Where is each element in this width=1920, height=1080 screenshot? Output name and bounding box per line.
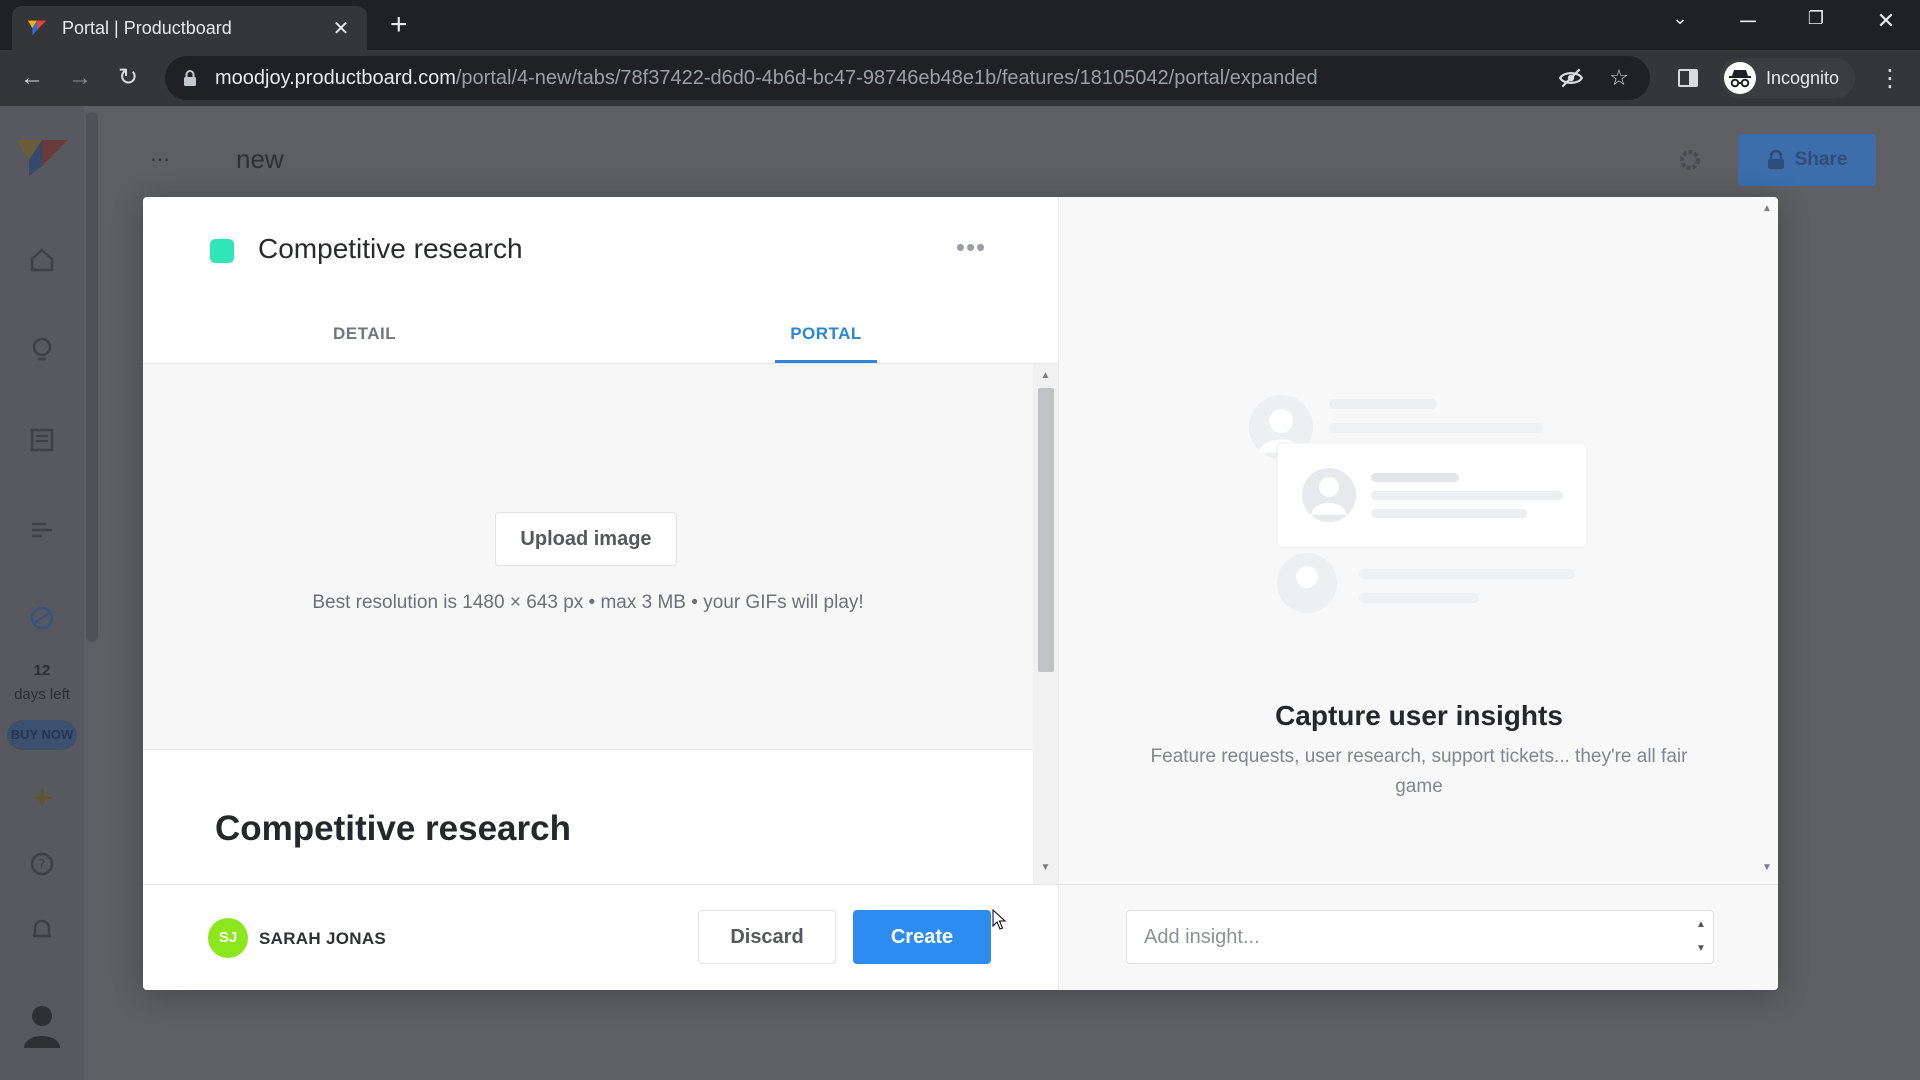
notes-icon[interactable] [26, 424, 58, 456]
tab-close-icon[interactable]: ✕ [329, 16, 353, 41]
scroll-up-arrow-icon[interactable]: ▲ [1033, 370, 1058, 384]
background-scrollbar [86, 112, 98, 642]
scroll-down-arrow-icon[interactable]: ▼ [1033, 862, 1058, 876]
browser-menu-icon[interactable]: ⋮ [1878, 64, 1902, 93]
upload-hint: Best resolution is 1480 × 643 px • max 3… [312, 592, 864, 613]
lock-icon [1767, 150, 1784, 169]
upload-image-button[interactable]: Upload image [495, 512, 677, 566]
home-icon[interactable] [26, 244, 58, 276]
create-button[interactable]: Create [853, 910, 991, 964]
url-path: /portal/4-new/tabs/78f37422-d6d0-4b6d-bc… [455, 66, 1318, 89]
back-arrow-icon[interactable]: ← [16, 64, 48, 92]
roadmap-icon[interactable] [26, 514, 58, 546]
insights-empty-subtitle: Feature requests, user research, support… [1150, 746, 1688, 797]
user-insights-illustration [1249, 395, 1588, 613]
productboard-favicon-icon [27, 20, 47, 36]
productboard-logo-icon[interactable] [16, 136, 68, 178]
insights-pane: ▲ Capture user insights Feature requests… [1058, 197, 1778, 990]
restore-icon[interactable]: ❐ [1796, 8, 1836, 29]
tab-detail[interactable]: DETAIL [333, 324, 396, 344]
buy-now-button[interactable]: BUY NOW [7, 720, 77, 750]
share-button[interactable]: Share [1738, 134, 1876, 186]
feature-title[interactable]: Competitive research [258, 233, 523, 265]
notifications-bell-icon[interactable] [26, 914, 58, 946]
eye-off-icon[interactable] [1558, 65, 1584, 91]
add-insight-input[interactable] [1127, 911, 1687, 963]
insights-scroll-down-arrow-icon[interactable]: ▼ [1759, 862, 1775, 876]
url-text: moodjoy.productboard.com/portal/4-new/ta… [215, 67, 1536, 90]
spin-down-arrow-icon[interactable]: ▼ [1691, 939, 1711, 959]
app-sidebar: 12 days left BUY NOW ? [0, 106, 84, 1080]
browser-tab[interactable]: Portal | Productboard ✕ [12, 6, 367, 50]
scroll-thumb[interactable] [1038, 388, 1054, 672]
tab-search-chevron-icon[interactable]: ⌄ [1660, 8, 1700, 29]
svg-text:?: ? [39, 858, 46, 873]
user-avatar-icon[interactable] [22, 1002, 62, 1050]
incognito-profile-button[interactable]: Incognito [1720, 58, 1856, 98]
minimize-icon[interactable]: ─ [1728, 8, 1768, 34]
profile-label: Incognito [1766, 67, 1840, 88]
tab-portal[interactable]: PORTAL [775, 324, 877, 344]
tab-title: Portal | Productboard [62, 17, 232, 38]
trial-days-count: 12 [33, 662, 51, 679]
new-tab-icon[interactable]: + [390, 10, 408, 40]
bookmark-star-icon[interactable]: ☆ [1606, 65, 1632, 91]
portal-card-title[interactable]: Competitive research [215, 809, 571, 849]
gear-icon[interactable] [1676, 146, 1704, 174]
url-host: moodjoy.productboard.com [215, 66, 456, 89]
discard-button[interactable]: Discard [698, 910, 836, 964]
modal-footer: SJ SARAH JONAS Discard Create [143, 884, 1058, 990]
insights-scroll-up-arrow-icon[interactable]: ▲ [1759, 203, 1775, 217]
browser-tab-bar: Portal | Productboard ✕ + ⌄ ─ ❐ ✕ [0, 0, 1920, 50]
window-close-icon[interactable]: ✕ [1866, 8, 1906, 34]
side-panel-icon[interactable] [1676, 66, 1700, 90]
more-options-icon[interactable]: ••• [951, 234, 991, 261]
address-bar[interactable]: moodjoy.productboard.com/portal/4-new/ta… [165, 56, 1650, 100]
breadcrumb-prefix: ... [150, 140, 171, 167]
feature-detail-pane: Competitive research ••• DETAIL PORTAL U… [143, 197, 1058, 990]
content-scrollbar[interactable]: ▲ ▼ [1033, 364, 1058, 884]
feature-color-swatch[interactable] [210, 239, 234, 263]
insight-input-footer: ▲ ▼ [1059, 884, 1778, 990]
insight-input-container: ▲ ▼ [1126, 910, 1714, 964]
help-icon[interactable]: ? [26, 848, 58, 880]
author-avatar: SJ [208, 918, 248, 958]
feature-modal: Competitive research ••• DETAIL PORTAL U… [143, 197, 1778, 990]
insights-bulb-icon[interactable] [26, 334, 58, 366]
reload-icon[interactable]: ↻ [112, 64, 144, 92]
spin-up-arrow-icon[interactable]: ▲ [1691, 915, 1711, 935]
browser-toolbar: ← → ↻ moodjoy.productboard.com/portal/4-… [0, 50, 1920, 106]
share-label: Share [1794, 149, 1848, 170]
board-name: new [236, 144, 284, 174]
forward-arrow-icon[interactable]: → [64, 64, 96, 92]
image-upload-area: Upload image Best resolution is 1480 × 6… [143, 364, 1033, 750]
insights-empty-title: Capture user insights [1275, 700, 1563, 731]
trial-days-label: days left [14, 686, 70, 703]
incognito-icon [1724, 62, 1756, 94]
lock-icon [184, 70, 196, 86]
sparkle-icon[interactable] [26, 782, 58, 814]
author-name: SARAH JONAS [259, 929, 387, 948]
portal-icon[interactable] [26, 602, 58, 634]
